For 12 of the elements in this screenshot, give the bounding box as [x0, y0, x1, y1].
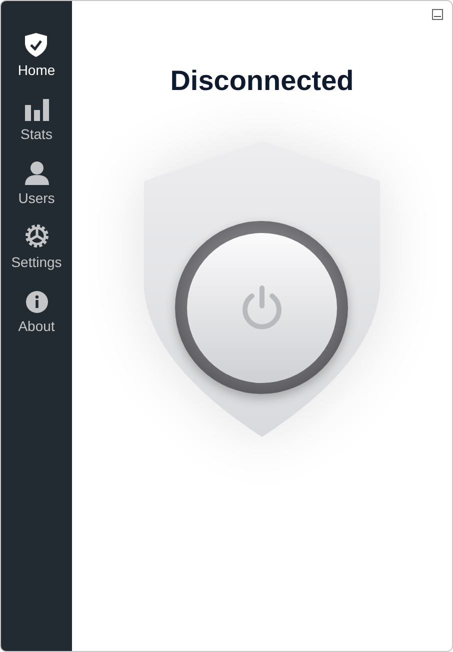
nav-item[interactable]: Stats [20, 95, 52, 143]
info-icon [26, 291, 48, 313]
shield-check-icon [25, 33, 48, 57]
nav-item[interactable]: About [18, 287, 55, 335]
status-title: Disconnected [170, 64, 354, 98]
user-icon [24, 161, 48, 185]
bar-chart-icon [24, 99, 48, 121]
nav-item[interactable]: Home [18, 31, 56, 79]
nav-item[interactable]: Settings [11, 223, 62, 271]
minimize-button[interactable] [432, 9, 443, 20]
gear-icon [24, 223, 50, 249]
nav-item[interactable]: Users [18, 159, 55, 207]
